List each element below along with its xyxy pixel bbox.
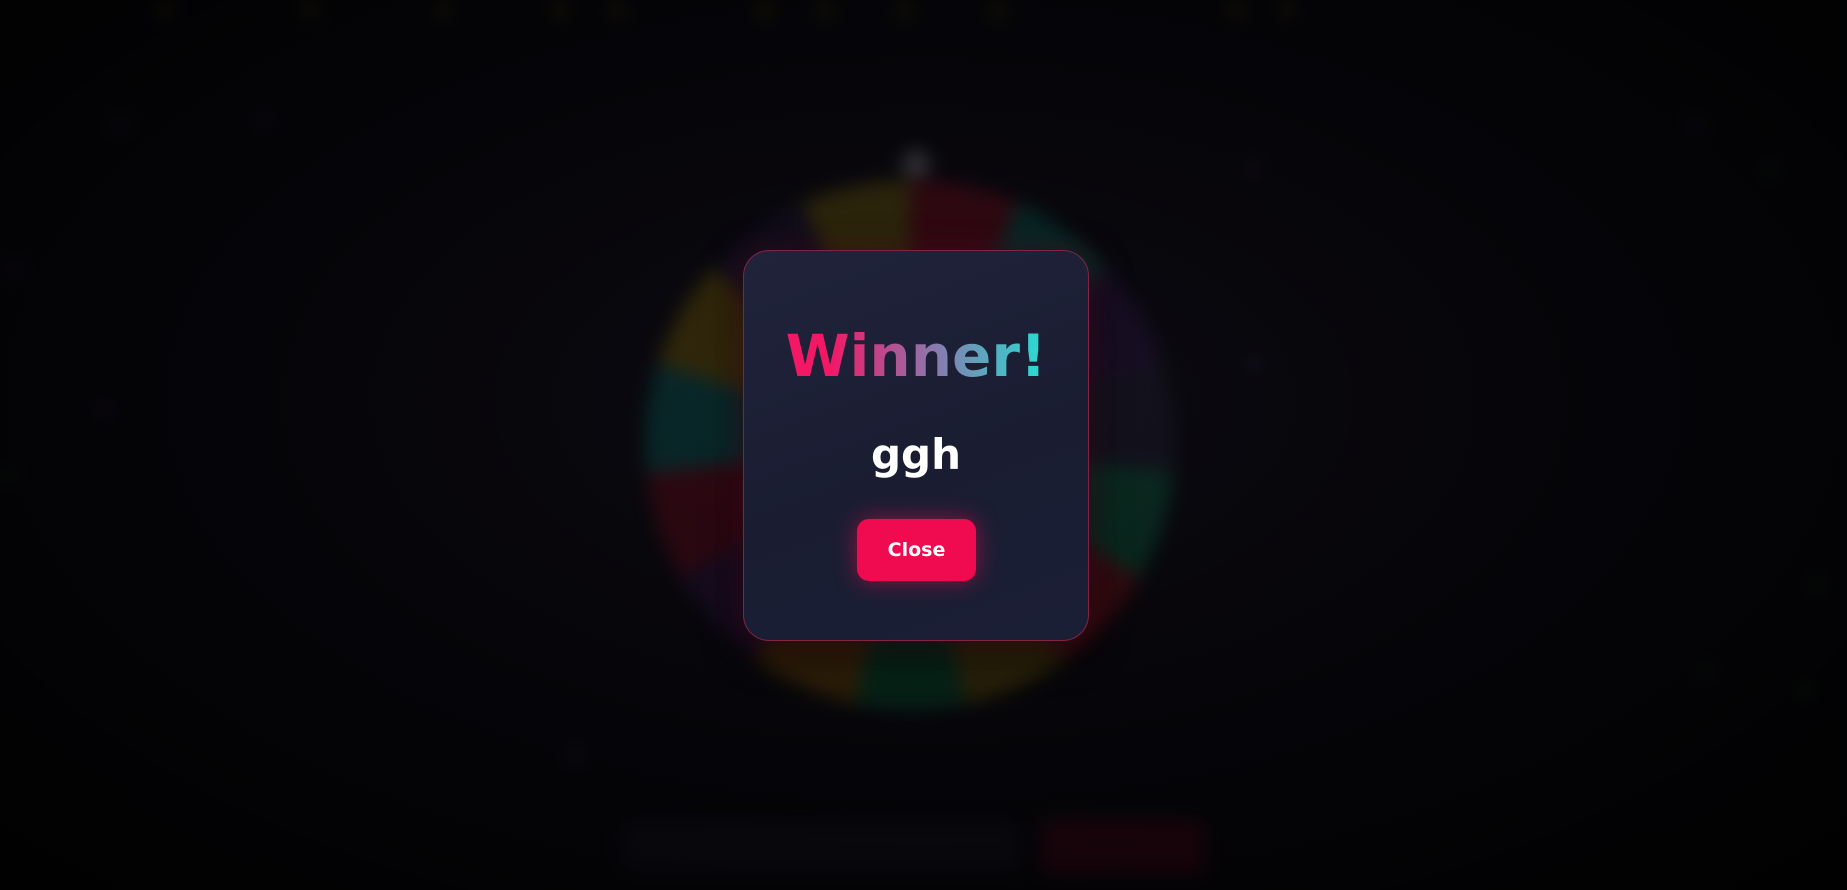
app-screen: Winner! ggh Close (0, 0, 1847, 890)
winner-modal: Winner! ggh Close (743, 250, 1089, 641)
close-button[interactable]: Close (857, 519, 976, 581)
modal-title: Winner! (744, 321, 1088, 391)
winner-name: ggh (870, 430, 962, 479)
